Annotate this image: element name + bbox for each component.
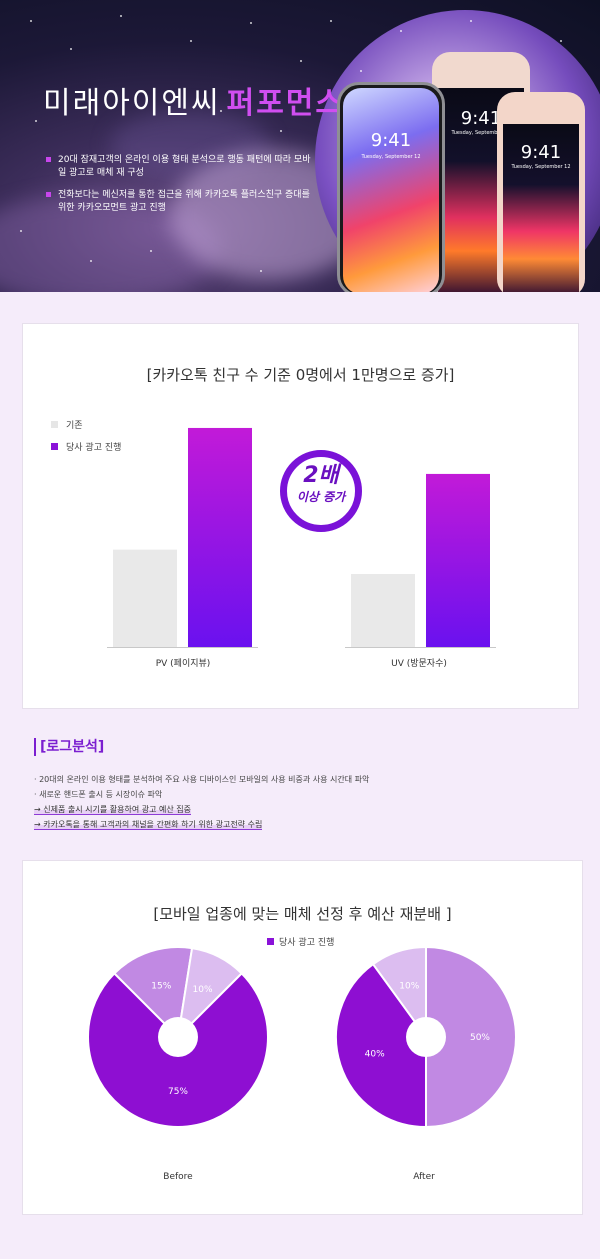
phone-image: 9:41 Tuesday, September 12	[337, 82, 445, 292]
star	[150, 250, 152, 252]
hero-banner: 미래아이엔씨 퍼포먼스 20대 잠재고객의 온라인 이용 형태 분석으로 행동 패…	[0, 0, 600, 292]
star	[400, 30, 402, 32]
category-label-pv: PV (페이지뷰)	[155, 659, 211, 669]
log-item-arrow: → 신제품 출시 시기를 활용하여 광고 예산 집중	[34, 802, 574, 817]
pie-slice-label: 10%	[193, 985, 213, 995]
hero-title-main: 미래아이엔씨	[43, 86, 221, 121]
star	[30, 20, 32, 22]
bar-chart-card: [카카오톡 친구 수 기준 0명에서 1만명으로 증가] 기존 당사 광고 진행…	[22, 323, 579, 709]
star	[250, 22, 252, 24]
bar-ad	[188, 427, 252, 647]
bar-existing	[113, 549, 177, 647]
pie-slice-label: 40%	[365, 1050, 385, 1060]
star	[70, 48, 72, 50]
phone-time: 9:41	[370, 130, 412, 151]
star	[35, 120, 37, 122]
star	[470, 20, 472, 22]
badge-multiplier: 2배	[303, 463, 339, 488]
log-item: · 새로운 핸드폰 출시 등 시장이슈 파악	[34, 790, 163, 799]
log-item-text: → 카카오톡을 통해 고객과의 채널을 간편화 하기 위한 광고전략 수립	[34, 820, 263, 830]
star	[120, 15, 122, 17]
pie-slice-label: 10%	[399, 982, 419, 992]
pie-label-before: Before	[163, 1172, 193, 1182]
growth-badge: 2배 이상 증가	[280, 450, 362, 532]
hero-bullet-list: 20대 잠재고객의 온라인 이용 형태 분석으로 행동 패턴에 따라 모바일 광…	[46, 154, 316, 224]
phone-date: Tuesday, September 12	[511, 164, 571, 170]
log-analysis-title: [로그분석]	[34, 738, 104, 756]
star	[190, 40, 192, 42]
log-analysis-section: [로그분석] · 20대의 온라인 이용 형태를 분석하여 주요 사용 디바이스…	[34, 736, 574, 832]
phone-image: 9:41 Tuesday, September 12	[497, 92, 585, 292]
bar-ad	[426, 473, 490, 647]
hero-title: 미래아이엔씨 퍼포먼스	[43, 78, 345, 122]
pie-slice-label: 15%	[151, 982, 171, 992]
log-item-arrow: → 카카오톡을 통해 고객과의 채널을 간편화 하기 위한 광고전략 수립	[34, 817, 574, 832]
log-item: · 20대의 온라인 이용 형태를 분석하여 주요 사용 디바이스인 모바일의 …	[34, 775, 370, 784]
pie-center-hole	[406, 1017, 446, 1057]
pie-slice-label: 50%	[470, 1033, 490, 1043]
star	[300, 60, 302, 62]
star	[560, 40, 562, 42]
pie-center-hole	[158, 1017, 198, 1057]
phone-time: 9:41	[520, 142, 562, 163]
star	[20, 230, 22, 232]
phone-screen: 9:41 Tuesday, September 12	[503, 124, 579, 292]
log-item-text: → 신제품 출시 시기를 활용하여 광고 예산 집중	[34, 805, 191, 815]
pie-slice-label: 75%	[168, 1087, 188, 1097]
phone-screen: 9:41 Tuesday, September 12	[343, 88, 439, 292]
pie-charts: 75% 15% 10% 50% 40% 10%	[87, 945, 517, 1129]
star	[360, 70, 362, 72]
hero-bullet: 20대 잠재고객의 온라인 이용 형태 분석으로 행동 패턴에 따라 모바일 광…	[46, 154, 316, 180]
hero-bullet: 전화보다는 메신저를 통한 접근을 위해 카카오톡 플러스친구 증대를 위한 카…	[46, 189, 316, 215]
hero-title-highlight: 퍼포먼스	[226, 86, 346, 121]
pie-label-after: After	[413, 1172, 435, 1182]
badge-caption: 이상 증가	[296, 490, 346, 504]
star	[280, 130, 282, 132]
log-analysis-list: · 20대의 온라인 이용 형태를 분석하여 주요 사용 디바이스인 모바일의 …	[34, 772, 574, 832]
pie-chart-card: [모바일 업종에 맞는 매체 선정 후 예산 재분배 ] 당사 광고 진행 75…	[22, 860, 583, 1215]
bar-existing	[351, 573, 415, 647]
phone-date: Tuesday, September 12	[361, 154, 421, 160]
category-label-uv: UV (방문자수)	[391, 659, 447, 669]
star	[260, 270, 262, 272]
star	[330, 20, 332, 22]
star	[90, 260, 92, 262]
